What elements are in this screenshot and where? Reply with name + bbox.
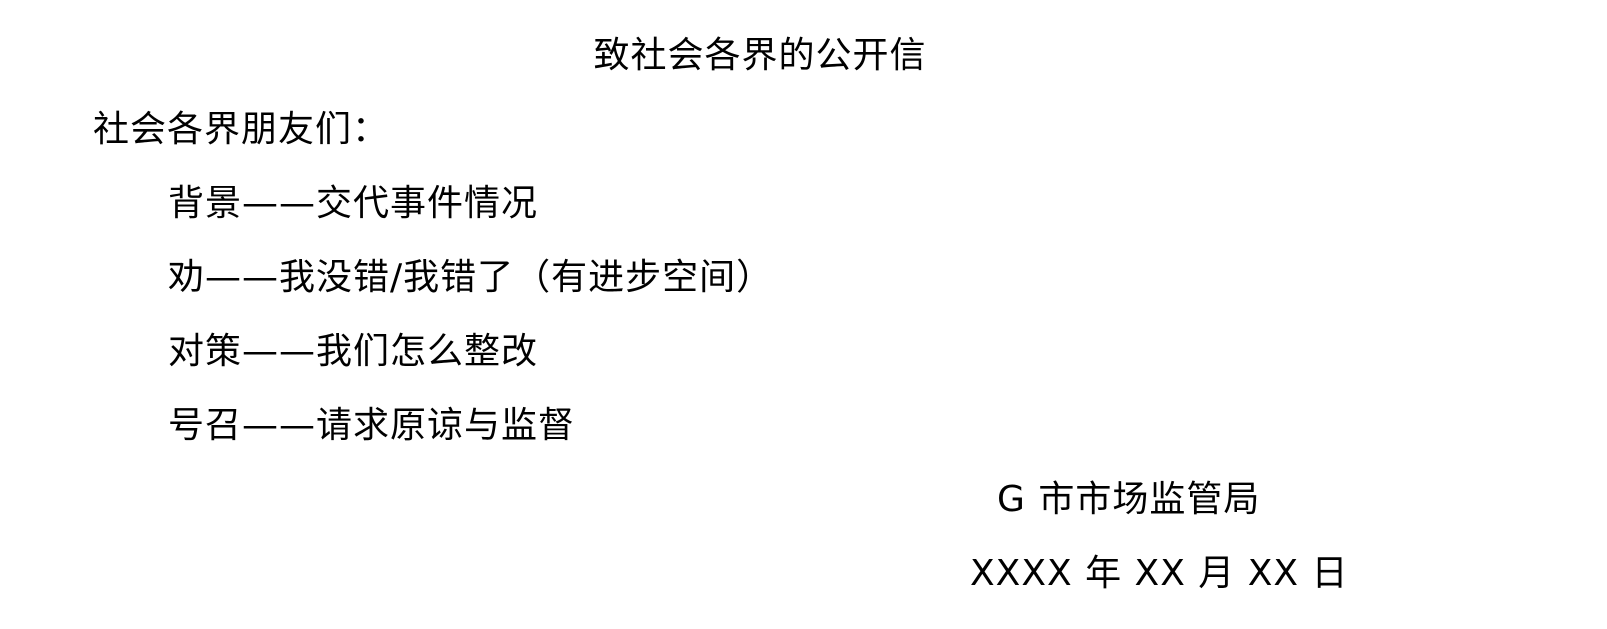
letter-page: 致社会各界的公开信 社会各界朋友们： 背景——交代事件情况 劝——我没错/我错了… — [0, 0, 1607, 629]
outline-item-background: 背景——交代事件情况 — [168, 183, 539, 224]
letter-title: 致社会各界的公开信 — [593, 35, 927, 76]
outline-item-call-to-action: 号召——请求原谅与监督 — [168, 405, 576, 446]
outline-item-countermeasures: 对策——我们怎么整改 — [168, 331, 539, 372]
letter-salutation: 社会各界朋友们： — [93, 109, 390, 150]
outline-item-persuade: 劝——我没错/我错了（有进步空间） — [168, 257, 774, 298]
letter-date: XXXX 年 XX 月 XX 日 — [970, 553, 1349, 594]
letter-signature: G 市市场监管局 — [997, 479, 1261, 520]
